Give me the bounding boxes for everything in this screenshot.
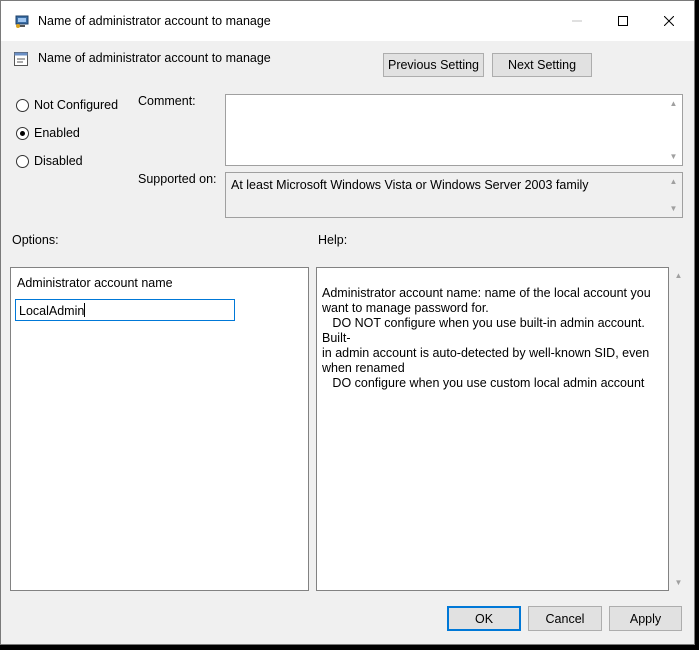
close-button[interactable]	[646, 1, 692, 41]
maximize-icon	[618, 16, 628, 26]
help-heading: Help:	[318, 233, 348, 247]
admin-account-name-label: Administrator account name	[17, 276, 173, 290]
radio-circle[interactable]	[16, 98, 29, 112]
policy-app-icon	[14, 13, 30, 29]
admin-account-name-value: LocalAdmin	[19, 304, 85, 318]
supported-on-label: Supported on:	[138, 172, 217, 186]
comment-field[interactable]: ▲ ▼	[225, 94, 683, 166]
comment-label: Comment:	[138, 94, 196, 108]
setting-icon	[13, 51, 29, 67]
policy-dialog: Name of administrator account to manage …	[0, 0, 695, 645]
scroll-up-icon[interactable]: ▲	[670, 267, 687, 284]
scroll-down-icon[interactable]: ▼	[665, 200, 682, 217]
help-panel: Administrator account name: name of the …	[316, 267, 669, 591]
setting-header: Name of administrator account to manage	[38, 51, 271, 65]
minimize-button[interactable]	[554, 1, 600, 41]
radio-label: Disabled	[34, 154, 83, 168]
previous-setting-button[interactable]: Previous Setting	[383, 53, 484, 77]
next-setting-button[interactable]: Next Setting	[492, 53, 592, 77]
help-scrollbar[interactable]: ▲ ▼	[670, 267, 687, 591]
minimize-icon	[572, 20, 582, 22]
maximize-button[interactable]	[600, 1, 646, 41]
options-panel: Administrator account name LocalAdmin	[10, 267, 309, 591]
supported-scrollbar[interactable]: ▲ ▼	[665, 173, 682, 217]
cancel-button[interactable]: Cancel	[528, 606, 602, 631]
ok-button[interactable]: OK	[447, 606, 521, 631]
text-caret	[84, 303, 86, 317]
radio-disabled[interactable]: Disabled	[16, 154, 83, 168]
scroll-up-icon[interactable]: ▲	[665, 95, 682, 112]
radio-circle[interactable]	[16, 126, 29, 140]
radio-circle[interactable]	[16, 154, 29, 168]
supported-on-text: At least Microsoft Windows Vista or Wind…	[231, 178, 589, 192]
admin-account-name-input[interactable]: LocalAdmin	[15, 299, 235, 321]
options-heading: Options:	[12, 233, 59, 247]
apply-button[interactable]: Apply	[609, 606, 682, 631]
radio-enabled[interactable]: Enabled	[16, 126, 80, 140]
comment-scrollbar[interactable]: ▲ ▼	[665, 95, 682, 165]
supported-on-field: At least Microsoft Windows Vista or Wind…	[225, 172, 683, 218]
scroll-up-icon[interactable]: ▲	[665, 173, 682, 190]
scroll-down-icon[interactable]: ▼	[665, 148, 682, 165]
radio-label: Not Configured	[34, 98, 119, 112]
title-bar[interactable]: Name of administrator account to manage	[1, 1, 694, 41]
radio-label: Enabled	[34, 126, 80, 140]
help-paragraph: DO configure when you use custom local a…	[322, 376, 645, 390]
window-title: Name of administrator account to manage	[38, 14, 271, 28]
close-icon	[664, 16, 674, 26]
help-paragraph: Administrator account name: name of the …	[322, 286, 651, 375]
radio-not-configured[interactable]: Not Configured	[16, 98, 118, 112]
scroll-down-icon[interactable]: ▼	[670, 574, 687, 591]
